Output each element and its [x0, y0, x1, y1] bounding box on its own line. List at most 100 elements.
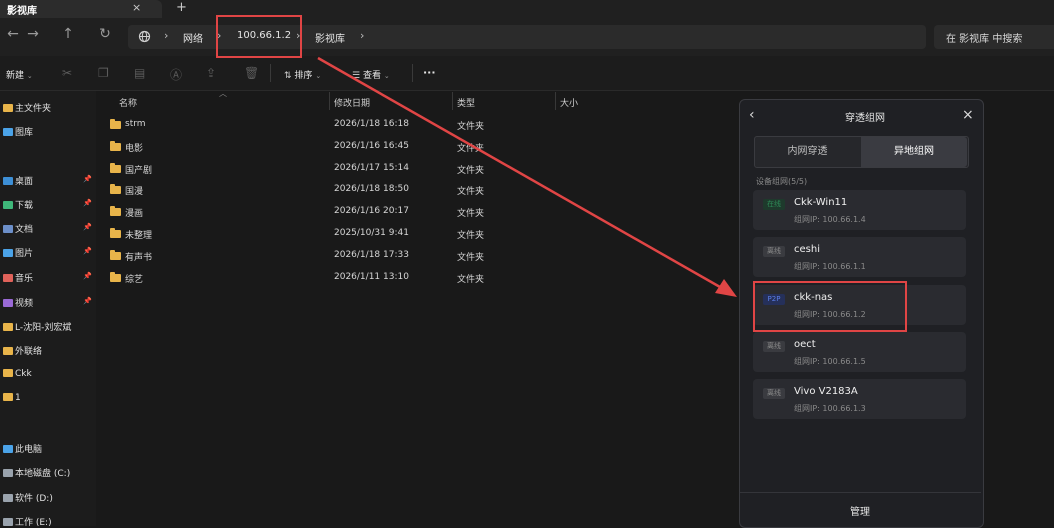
up-icon[interactable]: ↑ — [57, 26, 79, 42]
column-size[interactable]: 大小 — [560, 96, 578, 109]
sidebar-item[interactable]: 桌面 — [3, 174, 33, 187]
share-icon[interactable]: ⇪ — [206, 66, 216, 80]
back-icon[interactable]: ‹ — [749, 107, 755, 123]
folder-icon — [3, 323, 13, 331]
new-tab-icon[interactable]: + — [176, 0, 187, 15]
network-icon — [138, 30, 151, 43]
device-ip: 组网IP: 100.66.1.1 — [794, 262, 866, 272]
new-button[interactable]: 新建 ⌄ — [6, 68, 33, 81]
cut-icon[interactable]: ✂ — [62, 66, 72, 80]
sidebar-item[interactable]: 外联络 — [3, 344, 42, 357]
sidebar-item[interactable]: 音乐 — [3, 271, 33, 284]
chevron-right-icon: › — [360, 29, 365, 42]
chevron-down-icon: ⌄ — [26, 72, 33, 80]
file-type: 文件夹 — [457, 122, 485, 132]
column-name[interactable]: 名称 — [119, 96, 137, 109]
sidebar-item[interactable]: L-沈阳-刘宏斌 — [3, 320, 71, 333]
file-row[interactable]: 有声书 2026/1/18 17:33 文件夹 — [110, 249, 630, 267]
refresh-icon[interactable]: ↻ — [94, 26, 116, 42]
documents-icon — [3, 225, 13, 233]
sidebar-item[interactable]: 文档 — [3, 222, 33, 235]
file-date: 2026/1/16 16:45 — [334, 140, 409, 151]
sidebar-item-label: 桌面 — [15, 177, 34, 187]
sidebar-item[interactable]: 下载 — [3, 198, 33, 211]
sidebar-item-label: 主文件夹 — [15, 104, 52, 114]
paste-icon[interactable]: ▤ — [134, 66, 145, 80]
device-name: oect — [794, 338, 816, 350]
column-date[interactable]: 修改日期 — [334, 96, 370, 109]
pin-icon: 📌 — [83, 272, 92, 280]
column-divider[interactable] — [452, 92, 453, 110]
manage-button[interactable]: 管理 — [835, 503, 885, 518]
sidebar-item[interactable]: 图片 — [3, 246, 33, 259]
back-icon[interactable]: ← — [2, 26, 24, 42]
folder-icon — [110, 119, 121, 129]
close-tab-icon[interactable]: × — [132, 1, 141, 14]
folder-icon — [110, 206, 121, 217]
pin-icon: 📌 — [83, 223, 92, 231]
sidebar-item[interactable]: 软件 (D:) — [3, 491, 53, 504]
more-options-icon[interactable]: ··· — [423, 66, 436, 79]
folder-icon — [110, 140, 121, 151]
file-date: 2026/1/16 20:17 — [334, 206, 409, 217]
copy-icon[interactable]: ❐ — [98, 66, 109, 80]
device-count: 设备组网(5/5) — [756, 177, 808, 186]
sidebar-item[interactable]: 图库 — [3, 125, 33, 138]
file-type: 文件夹 — [457, 231, 485, 241]
file-type: 文件夹 — [457, 274, 485, 285]
file-row[interactable]: 综艺 2026/1/11 13:10 文件夹 — [110, 271, 630, 289]
device-name: Vivo V2183A — [794, 386, 858, 398]
column-divider[interactable] — [555, 92, 556, 110]
device-card[interactable]: 离线 ceshi 组网IP: 100.66.1.1 — [753, 237, 966, 278]
sort-indicator-icon: ︿ — [219, 89, 227, 98]
file-row[interactable]: 电影 2026/1/16 16:45 文件夹 — [110, 140, 630, 158]
sort-button[interactable]: ⇅ 排序 ⌄ — [284, 68, 321, 81]
sidebar-item[interactable]: 主文件夹 — [3, 101, 51, 114]
sort-label: 排序 — [294, 71, 313, 81]
sidebar-item[interactable]: 本地磁盘 (C:) — [3, 466, 70, 479]
command-bar — [0, 56, 1054, 91]
file-row[interactable]: 未整理 2025/10/31 9:41 文件夹 — [110, 227, 630, 245]
drive-icon — [3, 518, 13, 526]
close-icon[interactable]: × — [962, 107, 974, 123]
sidebar-item-label: Ckk — [15, 369, 32, 379]
file-row[interactable]: 漫画 2026/1/16 20:17 文件夹 — [110, 205, 630, 223]
device-card[interactable]: 离线 oect 组网IP: 100.66.1.5 — [753, 331, 966, 372]
annotation-highlight-device — [753, 281, 907, 332]
sidebar-item[interactable]: Ckk — [3, 369, 32, 379]
tab-intranet-penetration[interactable]: 内网穿透 — [755, 137, 860, 167]
tab-remote-networking[interactable]: 异地组网 — [861, 137, 967, 167]
file-date: 2025/10/31 9:41 — [334, 228, 409, 238]
folder-icon — [110, 184, 121, 195]
sidebar-item-label: 下载 — [15, 201, 34, 211]
device-card[interactable]: 在线 Ckk-Win11 组网IP: 100.66.1.4 — [753, 190, 966, 230]
sidebar-item[interactable]: 1 — [3, 393, 21, 403]
pin-icon: 📌 — [83, 297, 92, 305]
sidebar-item[interactable]: 视频 — [3, 296, 33, 309]
device-card[interactable]: 离线 Vivo V2183A 组网IP: 100.66.1.3 — [753, 379, 966, 420]
videos-icon — [3, 299, 13, 307]
sidebar-item-label: 视频 — [15, 299, 34, 309]
folder-icon — [3, 393, 13, 401]
panel-title: 穿透组网 — [845, 113, 885, 124]
view-button[interactable]: ☰ 查看 ⌄ — [352, 68, 390, 81]
sidebar-item[interactable]: 此电脑 — [3, 442, 42, 455]
file-row[interactable]: strm 2026/1/18 16:18 文件夹 — [110, 118, 630, 136]
rename-icon[interactable]: Ⓐ — [170, 66, 182, 83]
breadcrumb-network[interactable]: 网络 — [183, 30, 203, 45]
device-ip: 组网IP: 100.66.1.3 — [794, 404, 866, 414]
column-type[interactable]: 类型 — [457, 96, 475, 109]
file-name: 漫画 — [125, 209, 144, 220]
pin-icon: 📌 — [83, 175, 92, 183]
toolbar-divider — [270, 64, 271, 82]
delete-icon[interactable]: 🗑 — [244, 66, 259, 80]
file-row[interactable]: 国产剧 2026/1/17 15:14 文件夹 — [110, 162, 630, 180]
breadcrumb-folder[interactable]: 影视库 — [315, 30, 345, 45]
pc-icon — [3, 445, 13, 453]
forward-icon[interactable]: → — [22, 26, 44, 42]
file-name: 综艺 — [125, 274, 144, 285]
file-type: 文件夹 — [457, 143, 485, 154]
file-row[interactable]: 国漫 2026/1/18 18:50 文件夹 — [110, 183, 630, 201]
sidebar-item[interactable]: 工作 (E:) — [3, 515, 52, 528]
column-divider[interactable] — [329, 92, 330, 110]
